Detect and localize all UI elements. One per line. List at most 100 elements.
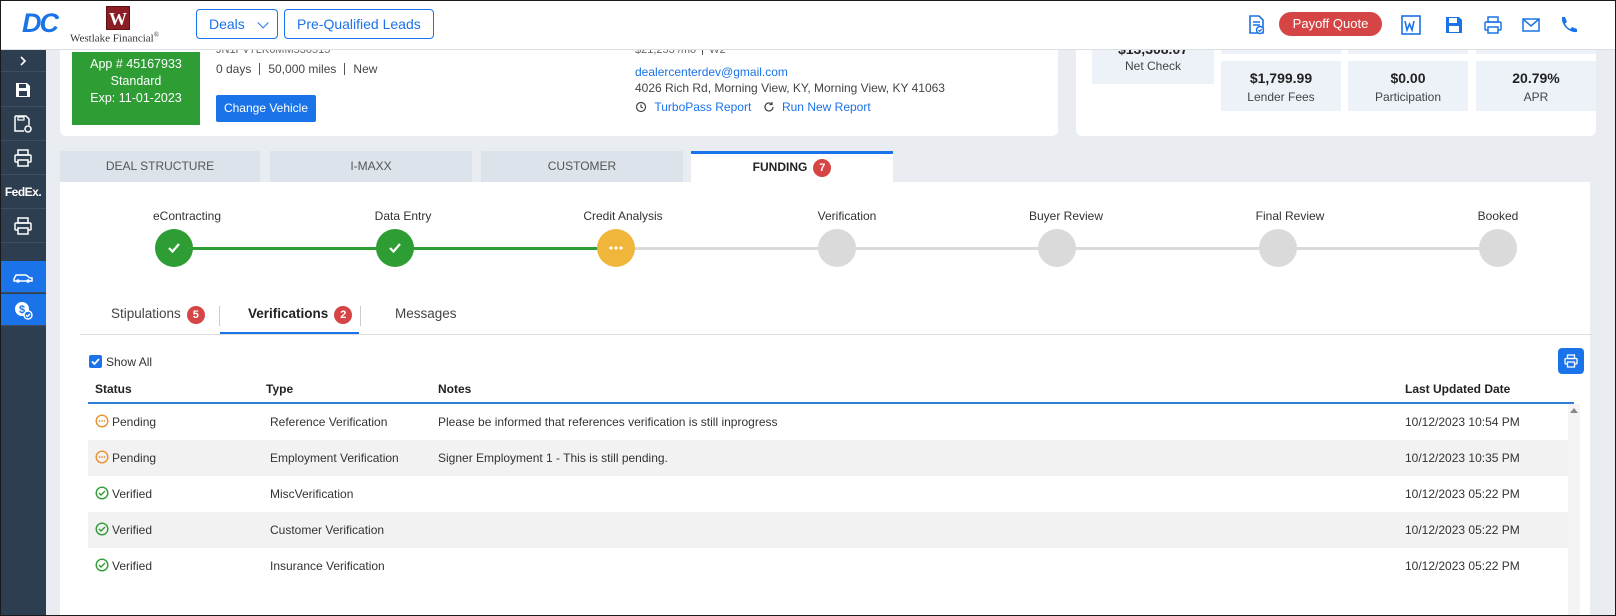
history-icon xyxy=(635,101,647,113)
deals-dropdown[interactable]: Deals xyxy=(196,9,278,39)
sidebar-print-button-2[interactable] xyxy=(0,209,46,243)
save-icon xyxy=(16,82,30,97)
tab-customer[interactable]: CUSTOMER xyxy=(481,151,683,182)
stat-top-1 xyxy=(1221,50,1341,54)
print-icon xyxy=(1564,354,1578,368)
step-label-verification: Verification xyxy=(817,209,877,223)
funding-count-badge: 7 xyxy=(813,159,832,177)
column-header-status[interactable]: Status xyxy=(95,382,132,396)
step-data-entry[interactable] xyxy=(376,229,414,267)
print-verifications-button[interactable] xyxy=(1558,348,1584,374)
step-verification[interactable] xyxy=(818,229,856,267)
dealercenter-logo[interactable]: DC xyxy=(22,8,59,39)
table-scrollbar[interactable] xyxy=(1568,404,1580,616)
change-vehicle-button[interactable]: Change Vehicle xyxy=(216,95,316,122)
step-credit-analysis[interactable] xyxy=(597,229,635,267)
show-all-checkbox[interactable] xyxy=(89,355,102,368)
column-header-notes[interactable]: Notes xyxy=(438,382,471,396)
app-number: App # 45167933 xyxy=(90,57,182,71)
report-links: TurboPass Report Run New Report xyxy=(635,100,871,114)
sidebar-save-settings-button[interactable] xyxy=(0,107,46,141)
step-booked[interactable] xyxy=(1479,229,1517,267)
prequalified-leads-button[interactable]: Pre-Qualified Leads xyxy=(284,9,434,39)
refresh-icon xyxy=(764,102,774,112)
subtab-verifications[interactable]: Verifications 2 xyxy=(248,306,353,324)
vehicle-meta: 0 days 50,000 miles New xyxy=(216,62,377,76)
subtab-rule xyxy=(80,334,1592,335)
table-row[interactable]: Pending Reference Verification Please be… xyxy=(88,404,1568,440)
lender-fees-value: $1,799.99 xyxy=(1249,70,1313,86)
row-type: Customer Verification xyxy=(270,523,385,537)
step-final-review[interactable] xyxy=(1259,229,1297,267)
step-buyer-review[interactable] xyxy=(1038,229,1076,267)
save-icon[interactable] xyxy=(1443,14,1465,36)
subtab-stipulations[interactable]: Stipulations 5 xyxy=(111,306,205,324)
print-icon xyxy=(14,216,32,235)
pending-icon xyxy=(95,450,109,464)
step-label-final-review: Final Review xyxy=(1255,209,1325,223)
row-type: Reference Verification xyxy=(270,415,388,429)
phone-icon[interactable] xyxy=(1557,14,1579,36)
stipulations-count-badge: 5 xyxy=(186,306,205,324)
sidebar-print-button[interactable] xyxy=(0,141,46,175)
left-sidebar: FedEx. $ xyxy=(0,50,46,616)
tab-i-maxx[interactable]: I-MAXX xyxy=(270,151,472,182)
customer-email-link[interactable]: dealercenterdev@gmail.com xyxy=(635,65,788,79)
sidebar-car-button[interactable] xyxy=(0,261,46,293)
row-date: 10/12/2023 10:35 PM xyxy=(1405,451,1520,465)
car-icon xyxy=(13,273,33,283)
mail-icon[interactable] xyxy=(1520,14,1542,36)
westlake-logo-text: Westlake Financial® xyxy=(70,31,160,45)
stat-top-3 xyxy=(1476,50,1596,54)
table-row[interactable]: Pending Employment Verification Signer E… xyxy=(88,440,1568,476)
customer-address: 4026 Rich Rd, Morning View, KY, Morning … xyxy=(635,81,945,95)
payoff-quote-button[interactable]: Payoff Quote xyxy=(1279,12,1382,36)
checkmark-icon xyxy=(168,243,180,254)
tab-deal-structure[interactable]: DEAL STRUCTURE xyxy=(60,151,260,182)
step-label-buyer-review: Buyer Review xyxy=(1028,209,1104,223)
lender-fees-label: Lender Fees xyxy=(1247,90,1315,104)
verified-icon xyxy=(95,558,109,572)
subtab-divider xyxy=(219,306,220,326)
chevron-down-icon xyxy=(257,17,269,29)
step-label-credit-analysis: Credit Analysis xyxy=(583,209,663,223)
active-subtab-indicator xyxy=(220,332,359,334)
tab-funding[interactable]: FUNDING 7 xyxy=(691,151,893,182)
sidebar-funding-button[interactable]: $ xyxy=(0,294,46,326)
participation-value: $0.00 xyxy=(1390,70,1426,86)
run-new-report-link[interactable]: Run New Report xyxy=(782,100,871,114)
participation-stat: $0.00 Participation xyxy=(1348,61,1468,111)
table-row[interactable]: Verified MiscVerification 10/12/2023 05:… xyxy=(88,476,1568,512)
ellipsis-icon xyxy=(609,246,623,250)
vehicle-miles: 50,000 miles xyxy=(268,62,337,76)
vehicle-condition: New xyxy=(353,62,378,76)
column-header-type[interactable]: Type xyxy=(266,382,293,396)
turbopass-report-link[interactable]: TurboPass Report xyxy=(654,100,751,114)
step-label-econtracting: eContracting xyxy=(152,209,222,223)
dollar-check-icon: $ xyxy=(15,301,33,320)
expiration-date: Exp: 11-01-2023 xyxy=(90,91,182,105)
show-all-label[interactable]: Show All xyxy=(106,355,152,369)
row-notes: Please be informed that references verif… xyxy=(438,415,778,429)
row-status: Verified xyxy=(112,523,153,537)
subtab-messages[interactable]: Messages xyxy=(395,306,457,321)
row-type: MiscVerification xyxy=(270,487,354,501)
sidebar-save-button[interactable] xyxy=(0,73,46,107)
deals-label: Deals xyxy=(209,16,245,32)
scroll-up-arrow-icon[interactable] xyxy=(1570,408,1578,413)
table-row[interactable]: Verified Insurance Verification 10/12/20… xyxy=(88,548,1568,584)
document-check-icon[interactable] xyxy=(1245,14,1267,36)
word-icon[interactable] xyxy=(1400,14,1422,36)
chevron-right-icon xyxy=(20,55,27,66)
row-status: Pending xyxy=(112,415,157,429)
sidebar-fedex-button[interactable]: FedEx. xyxy=(0,175,46,209)
expand-sidebar-button[interactable] xyxy=(0,50,46,72)
column-header-last-updated[interactable]: Last Updated Date xyxy=(1405,382,1510,396)
table-row[interactable]: Verified Customer Verification 10/12/202… xyxy=(88,512,1568,548)
print-icon xyxy=(14,148,32,167)
application-status-box[interactable]: App # 45167933 Standard Exp: 11-01-2023 xyxy=(72,52,200,125)
step-econtracting[interactable] xyxy=(155,229,193,267)
subtab-stipulations-label: Stipulations xyxy=(111,306,181,321)
net-check-label: Net Check xyxy=(1124,59,1182,73)
print-icon[interactable] xyxy=(1482,14,1504,36)
